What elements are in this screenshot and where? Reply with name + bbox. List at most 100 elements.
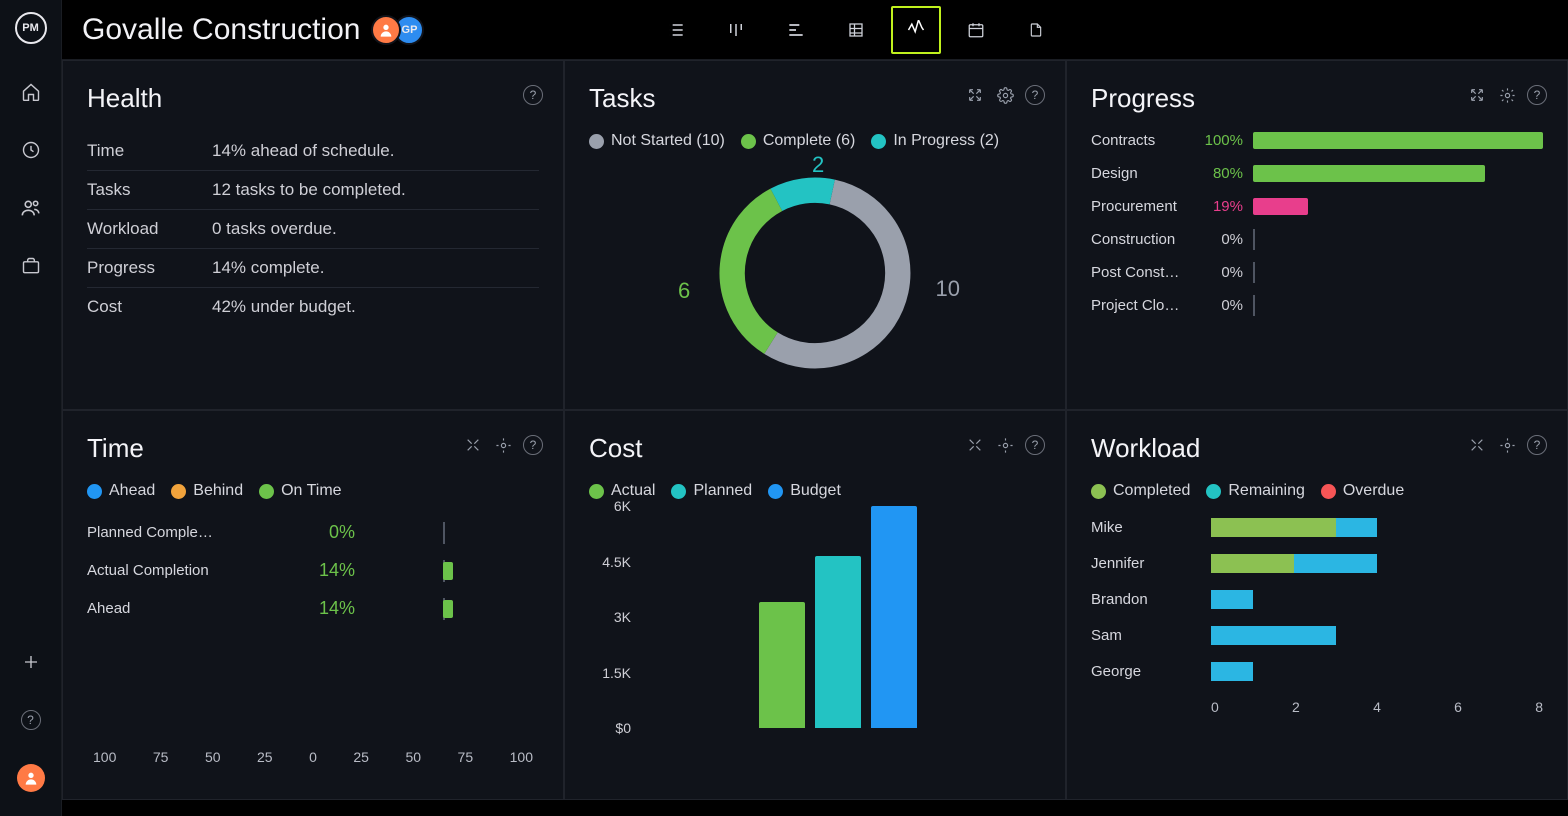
gear-icon[interactable] — [995, 85, 1015, 105]
time-bar — [365, 524, 520, 542]
card-tasks: Tasks ? Not Started (10) Complete (6) In… — [564, 60, 1066, 410]
view-sheet[interactable] — [831, 6, 881, 54]
axis-tick: 4.5K — [589, 554, 631, 570]
seg-remaining — [1211, 662, 1253, 681]
progress-row: Project Clo… 0% — [1091, 297, 1543, 314]
bar-planned — [815, 556, 861, 728]
workload-bar — [1211, 590, 1543, 609]
view-list[interactable] — [651, 6, 701, 54]
seg-completed — [1211, 518, 1336, 537]
card-title: Health — [87, 83, 539, 114]
axis-tick: 0 — [1211, 699, 1219, 715]
nav-add[interactable] — [11, 642, 51, 682]
nav-help[interactable]: ? — [11, 700, 51, 740]
legend-behind[interactable]: Behind — [171, 482, 243, 500]
avatar-1[interactable] — [371, 15, 401, 45]
nav-portfolio[interactable] — [11, 246, 51, 286]
legend-planned[interactable]: Planned — [671, 482, 752, 500]
help-icon[interactable]: ? — [523, 435, 543, 455]
card-workload: Workload ? Completed Remaining Overdue M… — [1066, 410, 1568, 800]
dot-icon — [871, 134, 886, 149]
time-pct: 14% — [277, 598, 355, 619]
progress-label: Post Const… — [1091, 264, 1191, 281]
gear-icon[interactable] — [1497, 85, 1517, 105]
help-icon[interactable]: ? — [1025, 85, 1045, 105]
progress-pct: 80% — [1191, 165, 1243, 182]
dot-icon — [671, 484, 686, 499]
gear-icon[interactable] — [1497, 435, 1517, 455]
view-calendar[interactable] — [951, 6, 1001, 54]
progress-bar — [1253, 132, 1543, 149]
progress-row: Procurement 19% — [1091, 198, 1543, 215]
time-row: Actual Completion 14% — [87, 560, 539, 581]
help-icon[interactable]: ? — [523, 85, 543, 105]
legend-ahead[interactable]: Ahead — [87, 482, 155, 500]
health-value: 12 tasks to be completed. — [212, 180, 406, 200]
dot-icon — [589, 484, 604, 499]
seg-remaining — [1211, 590, 1253, 609]
legend-not-started[interactable]: Not Started (10) — [589, 132, 725, 150]
axis-tick: 25 — [353, 749, 369, 765]
axis-tick: 0 — [309, 749, 317, 765]
nav-home[interactable] — [11, 72, 51, 112]
legend-overdue[interactable]: Overdue — [1321, 482, 1404, 500]
dot-icon — [589, 134, 604, 149]
dot-icon — [1091, 484, 1106, 499]
legend-completed[interactable]: Completed — [1091, 482, 1190, 500]
nav-recent[interactable] — [11, 130, 51, 170]
view-dashboard[interactable] — [891, 6, 941, 54]
card-progress: Progress ? Contracts 100% Design 80% Pro… — [1066, 60, 1568, 410]
expand-icon[interactable] — [965, 435, 985, 455]
time-pct: 0% — [277, 522, 355, 543]
expand-icon[interactable] — [1467, 435, 1487, 455]
axis-tick: 8 — [1535, 699, 1543, 715]
member-avatars[interactable]: GP — [378, 15, 424, 45]
progress-row: Construction 0% — [1091, 231, 1543, 248]
bar-actual — [759, 602, 805, 728]
legend-ontime[interactable]: On Time — [259, 482, 341, 500]
workload-bar — [1211, 626, 1543, 645]
bar-budget — [871, 506, 917, 728]
donut-label-notstarted: 10 — [936, 276, 960, 302]
nav-user-avatar[interactable] — [11, 758, 51, 798]
seg-remaining — [1211, 626, 1336, 645]
workload-name: Mike — [1091, 519, 1211, 536]
axis-tick: 100 — [510, 749, 533, 765]
nav-people[interactable] — [11, 188, 51, 228]
progress-pct: 100% — [1191, 132, 1243, 149]
view-files[interactable] — [1011, 6, 1061, 54]
workload-name: Sam — [1091, 627, 1211, 644]
legend-in-progress[interactable]: In Progress (2) — [871, 132, 999, 150]
help-icon[interactable]: ? — [1527, 85, 1547, 105]
progress-label: Project Clo… — [1091, 297, 1191, 314]
workload-name: Jennifer — [1091, 555, 1211, 572]
axis-tick: 75 — [458, 749, 474, 765]
help-icon[interactable]: ? — [1025, 435, 1045, 455]
help-icon[interactable]: ? — [1527, 435, 1547, 455]
health-row: Time 14% ahead of schedule. — [87, 132, 539, 170]
axis-tick: 1.5K — [589, 665, 631, 681]
expand-icon[interactable] — [463, 435, 483, 455]
axis-tick: 50 — [405, 749, 421, 765]
time-row: Planned Comple… 0% — [87, 522, 539, 543]
progress-row: Post Const… 0% — [1091, 264, 1543, 281]
expand-icon[interactable] — [965, 85, 985, 105]
app-logo[interactable]: PM — [15, 12, 47, 44]
gear-icon[interactable] — [493, 435, 513, 455]
legend-budget[interactable]: Budget — [768, 482, 841, 500]
legend-complete[interactable]: Complete (6) — [741, 132, 855, 150]
dot-icon — [1206, 484, 1221, 499]
time-bar — [365, 600, 520, 618]
project-title: Govalle Construction — [82, 13, 360, 47]
axis-tick: 2 — [1292, 699, 1300, 715]
progress-row: Design 80% — [1091, 165, 1543, 182]
expand-icon[interactable] — [1467, 85, 1487, 105]
dot-icon — [259, 484, 274, 499]
legend-remaining[interactable]: Remaining — [1206, 482, 1304, 500]
view-board[interactable] — [711, 6, 761, 54]
dot-icon — [741, 134, 756, 149]
gear-icon[interactable] — [995, 435, 1015, 455]
workload-name: George — [1091, 663, 1211, 680]
view-gantt[interactable] — [771, 6, 821, 54]
workload-bar — [1211, 518, 1543, 537]
